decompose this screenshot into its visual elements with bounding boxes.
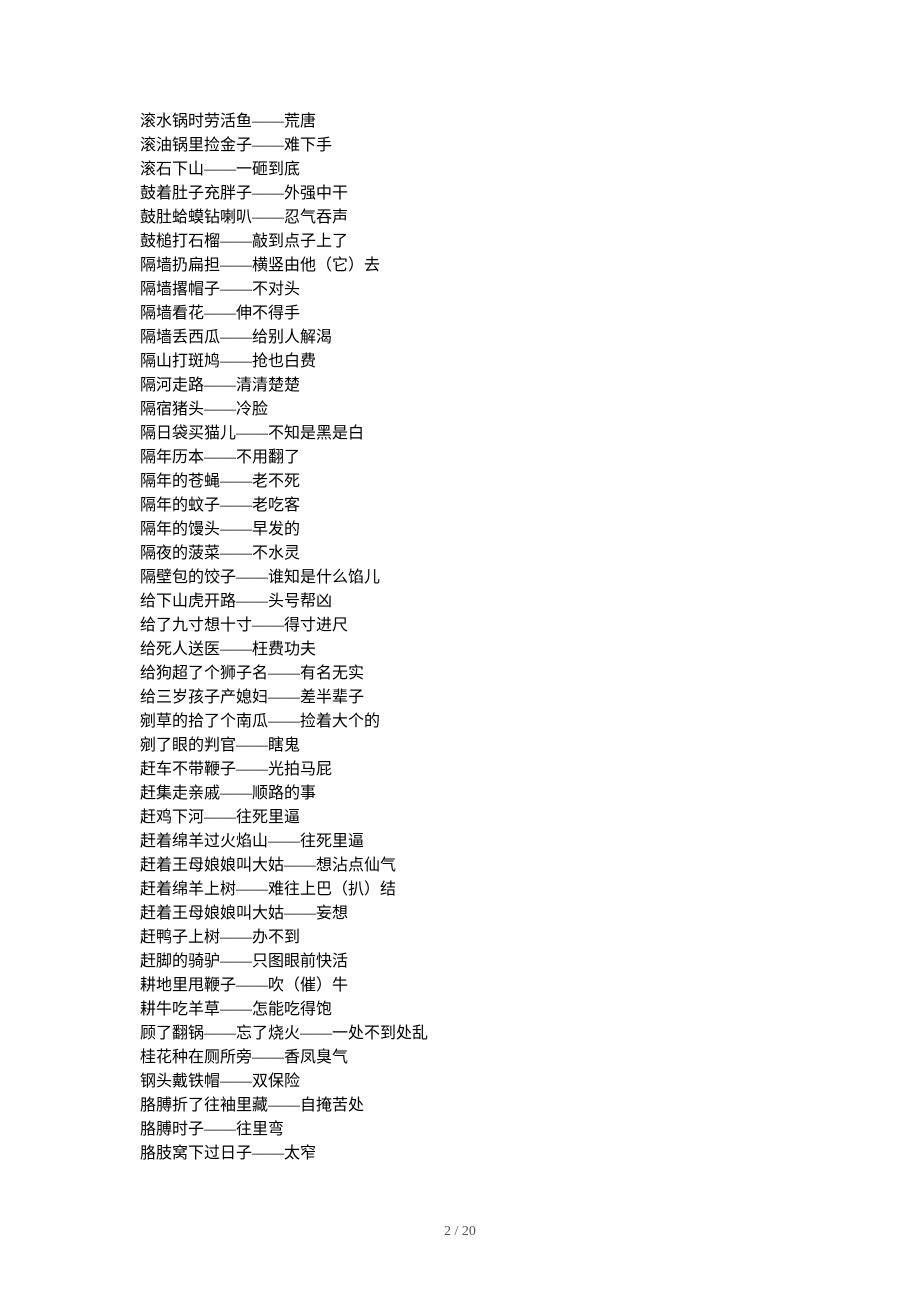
text-line: 赶车不带鞭子——光拍马屁 [140, 758, 780, 782]
text-line: 隔墙丢西瓜——给别人解渴 [140, 326, 780, 350]
text-line: 顾了翻锅——忘了烧火——一处不到处乱 [140, 1022, 780, 1046]
text-line: 隔年的蚊子——老吃客 [140, 494, 780, 518]
text-line: 胳肢窝下过日子——太窄 [140, 1142, 780, 1166]
text-line: 隔日袋买猫儿——不知是黑是白 [140, 422, 780, 446]
text-line: 隔年的苍蝇——老不死 [140, 470, 780, 494]
text-line: 赶着绵羊上树——难往上巴（扒）结 [140, 878, 780, 902]
text-line: 赶鸡下河——往死里逼 [140, 806, 780, 830]
text-line: 剜了眼的判官——瞎鬼 [140, 734, 780, 758]
text-line: 隔年的馒头——早发的 [140, 518, 780, 542]
text-line: 鼓着肚子充胖子——外强中干 [140, 182, 780, 206]
text-line: 钢头戴铁帽——双保险 [140, 1070, 780, 1094]
text-line: 胳膊折了往袖里藏——自掩苦处 [140, 1094, 780, 1118]
text-line: 赶鸭子上树——办不到 [140, 926, 780, 950]
text-line: 隔墙撂帽子——不对头 [140, 278, 780, 302]
text-line: 胳膊时子——往里弯 [140, 1118, 780, 1142]
text-line: 隔山打斑鸠——抢也白费 [140, 350, 780, 374]
text-line: 赶着王母娘娘叫大姑——妄想 [140, 902, 780, 926]
document-page: 滚水锅时劳活鱼——荒唐滚油锅里捡金子——难下手滚石下山——一砸到底鼓着肚子充胖子… [0, 0, 920, 1226]
text-line: 隔河走路——清清楚楚 [140, 374, 780, 398]
text-line: 隔宿猪头——冷脸 [140, 398, 780, 422]
text-line: 剜草的拾了个南瓜——捡着大个的 [140, 710, 780, 734]
text-line: 耕牛吃羊草——怎能吃得饱 [140, 998, 780, 1022]
text-line: 给三岁孩子产媳妇——差半辈子 [140, 686, 780, 710]
text-line: 给死人送医——枉费功夫 [140, 638, 780, 662]
text-line: 鼓槌打石榴——敲到点子上了 [140, 230, 780, 254]
text-line: 鼓肚蛤蟆钻喇叭——忍气吞声 [140, 206, 780, 230]
text-line: 滚水锅时劳活鱼——荒唐 [140, 110, 780, 134]
text-line: 桂花种在厕所旁——香凤臭气 [140, 1046, 780, 1070]
page-number-footer: 2 / 20 [0, 1224, 920, 1240]
text-body: 滚水锅时劳活鱼——荒唐滚油锅里捡金子——难下手滚石下山——一砸到底鼓着肚子充胖子… [140, 110, 780, 1166]
text-line: 给下山虎开路——头号帮凶 [140, 590, 780, 614]
text-line: 赶集走亲戚——顺路的事 [140, 782, 780, 806]
text-line: 给狗超了个狮子名——有名无实 [140, 662, 780, 686]
text-line: 隔壁包的饺子——谁知是什么馅儿 [140, 566, 780, 590]
text-line: 隔墙扔扁担——横竖由他（它）去 [140, 254, 780, 278]
text-line: 赶着绵羊过火焰山——往死里逼 [140, 830, 780, 854]
text-line: 给了九寸想十寸——得寸进尺 [140, 614, 780, 638]
text-line: 隔夜的菠菜——不水灵 [140, 542, 780, 566]
text-line: 赶着王母娘娘叫大姑——想沾点仙气 [140, 854, 780, 878]
text-line: 隔年历本——不用翻了 [140, 446, 780, 470]
text-line: 耕地里甩鞭子——吹（催）牛 [140, 974, 780, 998]
text-line: 赶脚的骑驴——只图眼前快活 [140, 950, 780, 974]
text-line: 滚油锅里捡金子——难下手 [140, 134, 780, 158]
text-line: 隔墙看花——伸不得手 [140, 302, 780, 326]
text-line: 滚石下山——一砸到底 [140, 158, 780, 182]
